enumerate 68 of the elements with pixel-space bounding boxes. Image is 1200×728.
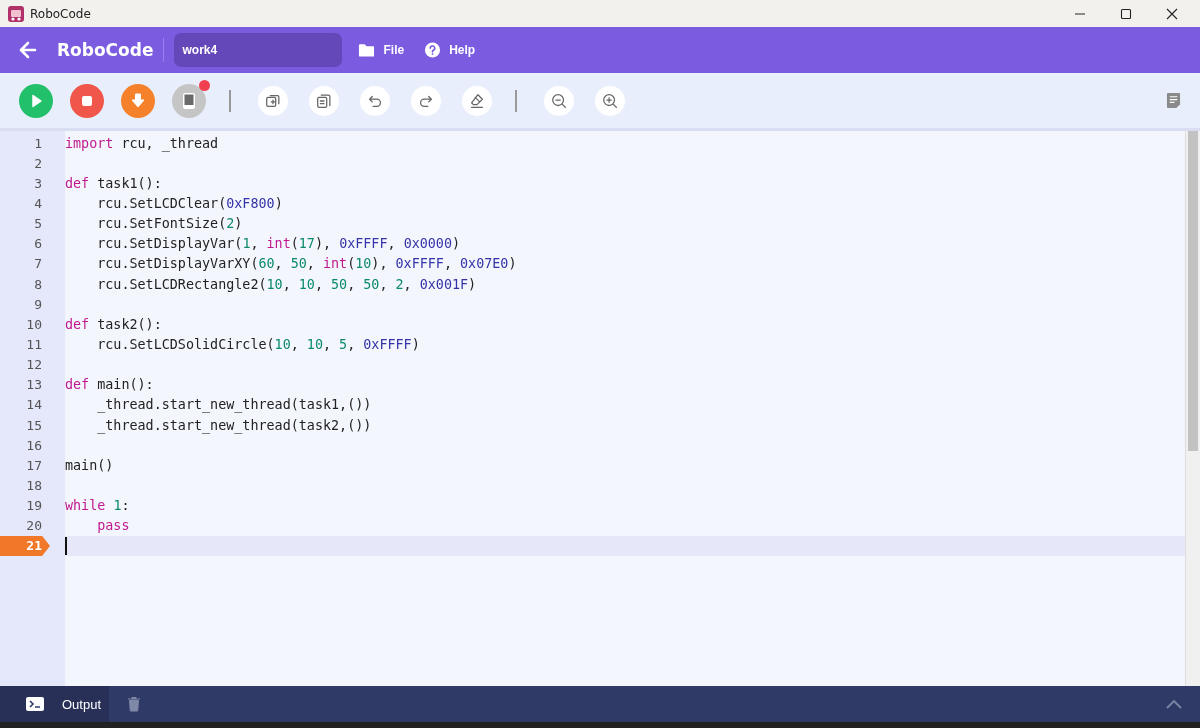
stop-button[interactable]	[70, 83, 104, 118]
code-line: while 1:	[65, 498, 130, 514]
duplicate-button[interactable]	[258, 85, 288, 116]
code-line: def task1():	[65, 175, 162, 191]
line-number: 13	[26, 377, 42, 393]
eraser-icon	[468, 91, 486, 110]
trash-icon[interactable]	[127, 696, 142, 712]
zoom-out-icon	[550, 91, 568, 110]
line-number: 16	[26, 437, 42, 453]
line-number: 12	[26, 357, 42, 373]
line-number: 6	[34, 236, 42, 252]
zoom-in-button[interactable]	[595, 85, 625, 116]
line-number: 15	[26, 417, 42, 433]
code-line: rcu.SetLCDRectangle2(10, 10, 50, 50, 2, 0x001F)	[96, 276, 477, 292]
line-number: 2	[34, 155, 42, 171]
line-number: 14	[26, 397, 42, 413]
line-number: 7	[34, 256, 42, 272]
line-number: 3	[34, 175, 42, 191]
redo-button[interactable]	[411, 85, 441, 116]
app-logo-icon	[8, 5, 24, 22]
help-icon	[424, 42, 442, 58]
app-name: RoboCode	[57, 40, 154, 60]
chevron-up-icon[interactable]	[1166, 699, 1182, 709]
line-number: 4	[34, 196, 42, 211]
zoom-in-icon	[601, 91, 619, 110]
code-line: main()	[65, 457, 114, 473]
copy-button[interactable]	[309, 85, 339, 116]
line-number: 18	[26, 477, 42, 493]
text-cursor	[65, 536, 67, 555]
zoom-out-button[interactable]	[544, 85, 574, 116]
line-number: 9	[34, 296, 42, 312]
file-menu[interactable]: File	[354, 40, 409, 60]
window-title: RoboCode	[30, 6, 91, 21]
download-button[interactable]	[121, 83, 155, 118]
code-line: rcu.SetFontSize(2)	[96, 216, 243, 232]
line-number: 5	[34, 216, 42, 232]
code-line: pass	[96, 518, 130, 534]
notes-icon[interactable]	[1166, 92, 1181, 109]
code-line: _thread.start_new_thread(task2,())	[96, 417, 372, 433]
code-line: import rcu, _thread	[65, 135, 219, 151]
code-line: _thread.start_new_thread(task1,())	[96, 397, 372, 413]
line-number: 11	[26, 336, 42, 352]
line-number: 8	[34, 276, 42, 292]
undo-button[interactable]	[360, 85, 390, 116]
line-number: 21	[26, 538, 42, 554]
scrollbar[interactable]	[1185, 131, 1200, 686]
project-name-field[interactable]: work4	[174, 33, 343, 67]
device-button[interactable]	[172, 83, 206, 118]
line-number: 10	[26, 316, 42, 332]
back-arrow-icon[interactable]	[18, 40, 38, 60]
line-number: 20	[26, 518, 42, 534]
terminal-icon	[26, 697, 44, 711]
code-line: def main():	[65, 377, 154, 393]
help-menu[interactable]: Help	[420, 40, 480, 60]
line-number: 1	[34, 135, 42, 151]
code-line: rcu.SetLCDClear(0xF800)	[96, 196, 283, 211]
code-line: rcu.SetDisplayVarXY(60, 50, int(10), 0xFFFF, 0x07E0)	[96, 256, 517, 272]
maximize-icon[interactable]	[1120, 7, 1132, 20]
folder-icon	[358, 42, 376, 58]
code-line: rcu.SetDisplayVar(1, int(17), 0xFFFF, 0x0000)	[96, 236, 461, 252]
run-button[interactable]	[19, 83, 53, 118]
close-icon[interactable]	[1166, 7, 1178, 20]
line-number: 17	[26, 457, 42, 473]
output-tab[interactable]: Output	[0, 686, 110, 722]
code-line: rcu.SetLCDSolidCircle(10, 10, 5, 0xFFFF)	[96, 336, 420, 352]
line-number: 19	[26, 498, 42, 514]
code-line: def task2():	[65, 316, 162, 332]
eraser-button[interactable]	[462, 85, 492, 116]
